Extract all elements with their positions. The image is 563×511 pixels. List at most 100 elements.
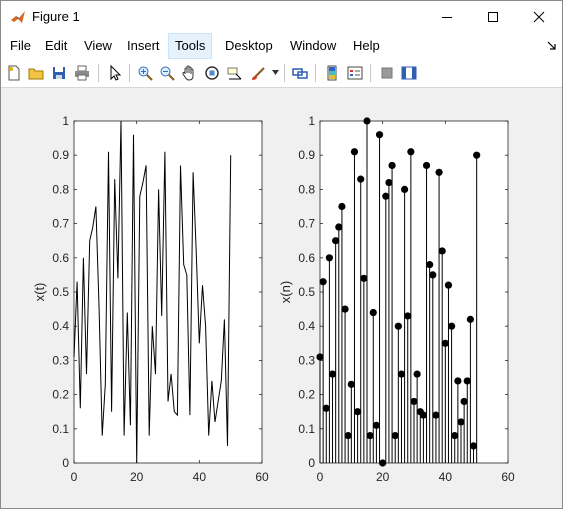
stem-marker	[410, 397, 418, 406]
data-cursor-button[interactable]	[225, 63, 245, 83]
menu-desktop[interactable]: Desktop	[223, 38, 275, 53]
close-icon	[533, 11, 545, 23]
close-button[interactable]	[516, 1, 562, 33]
toolbar-separator	[129, 64, 130, 82]
axes-1[interactable]: 0 0.1 0.2 0.3 0.4 0.5 0.6 0.7 0.8 0.9 1 0 20 40 60 x(t)	[32, 114, 269, 484]
select-arrow-icon	[110, 65, 122, 81]
menu-file[interactable]: File	[8, 38, 33, 53]
menu-insert[interactable]: Insert	[125, 38, 162, 53]
select-button[interactable]	[105, 63, 125, 83]
y-tick-label: 0	[62, 456, 69, 470]
y-tick-label: 0.1	[298, 422, 315, 436]
stem-marker	[473, 151, 481, 159]
y-tick-label: 1	[62, 114, 69, 128]
hide-plot-tools-button[interactable]	[377, 63, 397, 83]
show-plot-tools-button[interactable]	[399, 63, 419, 83]
legend-icon	[347, 66, 363, 80]
stem-marker	[328, 370, 337, 378]
y-tick-label: 0.6	[298, 251, 315, 265]
matlab-icon	[11, 11, 25, 23]
y-axis-label: x(t)	[32, 283, 47, 302]
axes-2[interactable]: 0 0.1 0.2 0.3 0.4 0.5 0.6 0.7 0.8 0.9 1 0 20 40 60 x(n)	[278, 114, 515, 484]
colorbar-button[interactable]	[322, 63, 342, 83]
y-tick-label: 1	[308, 114, 315, 128]
x-tick-label: 60	[255, 470, 269, 484]
save-button[interactable]	[49, 63, 69, 83]
data-cursor-icon	[227, 67, 242, 80]
zoom-in-icon	[138, 66, 153, 81]
toolbar-separator	[284, 64, 285, 82]
open-file-button[interactable]	[26, 63, 46, 83]
stem-marker	[448, 322, 456, 330]
pan-hand-icon	[182, 65, 194, 81]
stem-marker	[322, 404, 330, 412]
stem-marker	[422, 161, 431, 170]
rotate-button[interactable]	[202, 63, 222, 83]
y-tick-label: 0.7	[298, 217, 315, 231]
menu-edit[interactable]: Edit	[43, 38, 69, 53]
stem-marker	[363, 117, 371, 125]
stem-marker	[341, 305, 349, 313]
print-button[interactable]	[72, 63, 92, 83]
stem-marker	[391, 432, 399, 440]
y-tick-label: 0.2	[52, 388, 69, 402]
title-bar[interactable]: Figure 1	[1, 1, 562, 33]
menu-help[interactable]: Help	[351, 38, 382, 53]
x-tick-label: 0	[317, 470, 324, 484]
dock-arrow-icon[interactable]	[547, 41, 557, 51]
stem-marker	[366, 432, 374, 440]
y-tick-label: 0.5	[52, 285, 69, 299]
figure-toolbar	[1, 59, 562, 88]
y-tick-label: 0.7	[52, 217, 69, 231]
pan-button[interactable]	[179, 63, 199, 83]
stem-marker	[401, 185, 409, 193]
x-tick-label: 0	[71, 470, 78, 484]
minimize-icon	[442, 17, 452, 18]
menu-view[interactable]: View	[82, 38, 114, 53]
stem-marker	[382, 192, 390, 200]
stem-marker	[435, 168, 443, 176]
figure-window: Figure 1 File Edit View Insert Tools Des…	[0, 0, 563, 509]
stem-marker	[441, 339, 449, 347]
show-plot-tools-icon	[401, 66, 417, 80]
toolbar-separator	[98, 64, 99, 82]
y-tick-label: 0.6	[52, 251, 69, 265]
stem-marker	[432, 411, 440, 419]
new-figure-button[interactable]	[4, 63, 24, 83]
stem-marker	[344, 432, 352, 440]
zoom-out-button[interactable]	[157, 63, 177, 83]
brush-icon	[252, 67, 265, 80]
stem-marker	[429, 271, 437, 279]
minimize-button[interactable]	[424, 1, 470, 33]
colorbar-icon	[327, 65, 337, 81]
stem-marker	[338, 202, 346, 211]
stem-marker	[369, 308, 377, 317]
stem-marker	[457, 418, 465, 426]
stem-marker	[357, 175, 365, 183]
stem-marker	[454, 377, 462, 385]
menu-bar: File Edit View Insert Tools Desktop Wind…	[1, 33, 562, 59]
x-tick-label: 40	[193, 470, 207, 484]
stem-marker	[385, 178, 393, 187]
y-tick-label: 0.8	[298, 182, 315, 196]
stem-marker	[319, 278, 327, 286]
link-plot-button[interactable]	[290, 63, 310, 83]
stem-marker	[372, 421, 380, 429]
y-tick-label: 0.8	[52, 182, 69, 196]
stem-marker	[379, 459, 387, 467]
window-title: Figure 1	[32, 9, 80, 24]
stem-marker	[394, 322, 402, 330]
menu-window[interactable]: Window	[288, 38, 338, 53]
stem-marker	[335, 223, 343, 231]
y-axis-label: x(n)	[278, 281, 293, 303]
brush-dropdown-icon[interactable]	[272, 70, 279, 76]
print-icon	[75, 65, 89, 81]
stem-marker	[316, 353, 324, 361]
brush-button[interactable]	[249, 63, 269, 83]
y-tick-label: 0.9	[298, 148, 315, 162]
save-icon	[53, 67, 65, 79]
menu-tools[interactable]: Tools	[168, 33, 213, 59]
legend-button[interactable]	[345, 63, 365, 83]
zoom-in-button[interactable]	[135, 63, 155, 83]
maximize-button[interactable]	[470, 1, 516, 33]
